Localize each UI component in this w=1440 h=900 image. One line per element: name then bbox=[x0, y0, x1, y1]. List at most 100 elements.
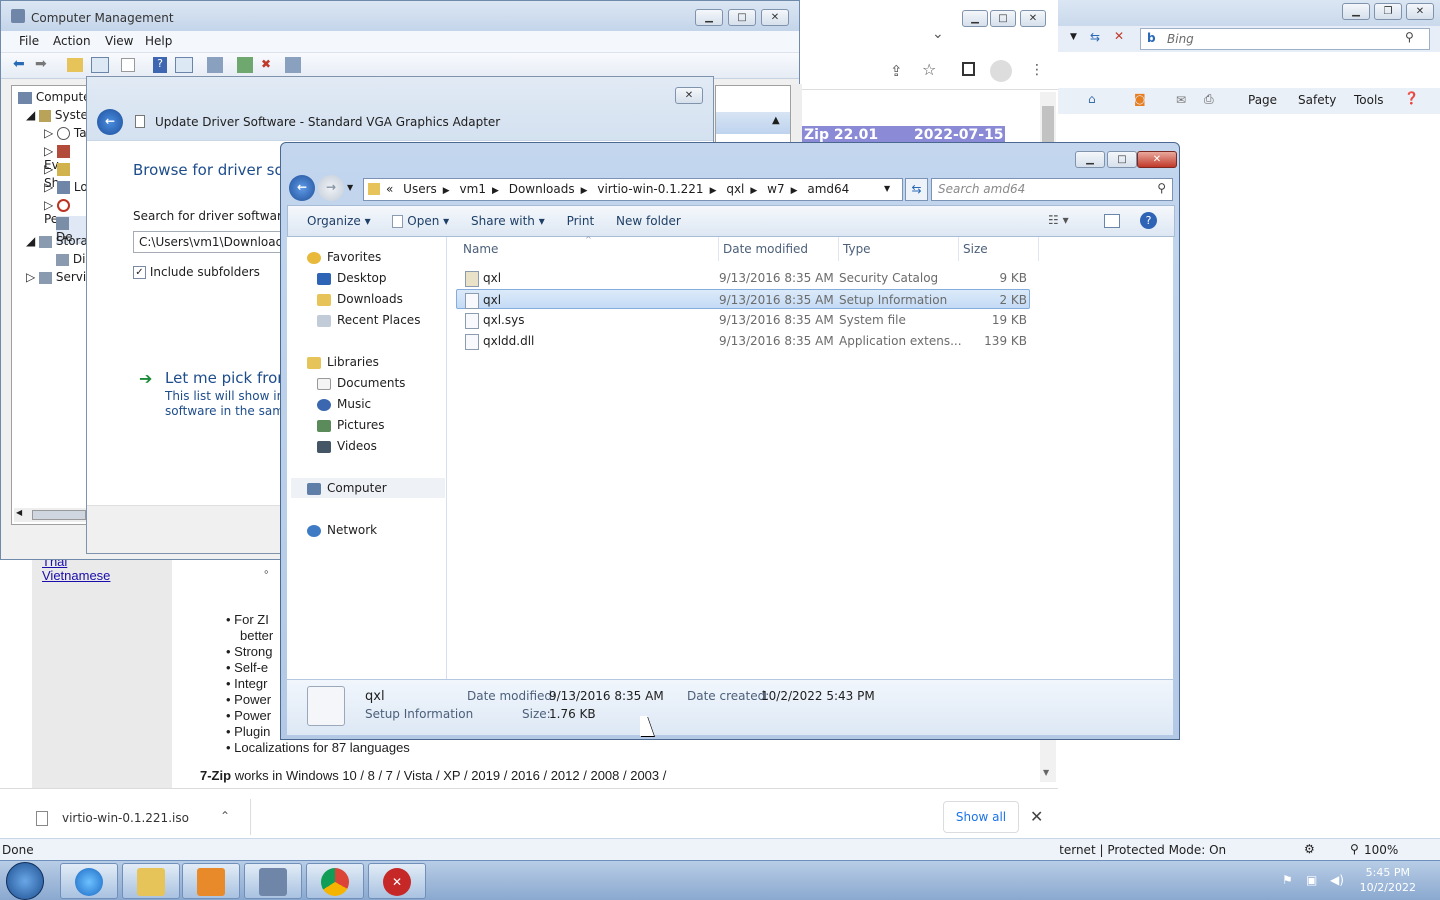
recent-pages-icon[interactable]: ▼ bbox=[347, 183, 353, 192]
download-filename[interactable]: virtio-win-0.1.221.iso bbox=[62, 811, 189, 825]
taskbar-computer-management[interactable] bbox=[244, 863, 302, 899]
breadcrumb-item[interactable]: w7 bbox=[767, 182, 784, 196]
breadcrumb-item[interactable]: virtio-win-0.1.221 bbox=[597, 182, 703, 196]
view-icon[interactable] bbox=[175, 57, 193, 73]
maximize-icon[interactable]: ❐ bbox=[1374, 3, 1402, 20]
taskbar-ie[interactable] bbox=[60, 863, 118, 899]
view-options-icon[interactable]: ☷ ▾ bbox=[1048, 213, 1069, 227]
taskbar-explorer[interactable] bbox=[122, 863, 180, 899]
menu-file[interactable]: File bbox=[19, 34, 39, 48]
tree-item[interactable]: ▷ Lo bbox=[44, 180, 88, 194]
side-panel-icon[interactable] bbox=[962, 62, 975, 76]
home-icon[interactable]: ⌂ bbox=[1088, 92, 1096, 106]
file-row[interactable]: qxl.sys 9/13/2016 8:35 AM System file 19… bbox=[457, 310, 1031, 330]
search-icon[interactable]: ⚲ bbox=[1405, 30, 1414, 44]
share-icon[interactable]: ⇪ bbox=[890, 62, 903, 80]
tree-item[interactable]: ▷ Ta bbox=[44, 126, 87, 140]
preview-pane-icon[interactable] bbox=[1104, 214, 1120, 228]
start-button-icon[interactable] bbox=[6, 862, 44, 900]
print-icon[interactable]: ⎙ bbox=[1204, 92, 1214, 107]
breadcrumb-overflow[interactable]: « bbox=[386, 182, 393, 196]
nav-music[interactable]: Music bbox=[317, 394, 371, 414]
uninstall-icon[interactable]: ✖ bbox=[261, 57, 271, 71]
page-menu[interactable]: Page bbox=[1248, 93, 1277, 107]
back-icon[interactable]: ← bbox=[97, 109, 123, 135]
back-icon[interactable]: ← bbox=[289, 175, 315, 201]
scrollbar-thumb[interactable] bbox=[1042, 106, 1054, 146]
minimize-icon[interactable]: ▁ bbox=[1075, 151, 1105, 168]
nav-videos[interactable]: Videos bbox=[317, 436, 377, 456]
column-date-modified[interactable]: Date modified bbox=[719, 237, 839, 261]
checkbox[interactable]: ✓ bbox=[133, 266, 146, 279]
breadcrumb-separator-icon[interactable]: ▶ bbox=[492, 186, 499, 196]
pick-from-list-link[interactable]: Let me pick from bbox=[165, 369, 292, 387]
feeds-icon[interactable]: ◙ bbox=[1134, 92, 1146, 106]
nav-recent-places[interactable]: Recent Places bbox=[317, 310, 420, 330]
forward-icon[interactable]: ➡ bbox=[35, 56, 47, 72]
menu-view[interactable]: View bbox=[105, 34, 133, 48]
menu-action[interactable]: Action bbox=[53, 34, 91, 48]
nav-libraries[interactable]: Libraries bbox=[307, 352, 379, 372]
stop-icon[interactable]: ✕ bbox=[1114, 29, 1124, 43]
maximize-icon[interactable]: □ bbox=[990, 10, 1016, 27]
chevron-up-icon[interactable]: ⌃ bbox=[220, 809, 230, 823]
star-icon[interactable]: ☆ bbox=[922, 60, 936, 79]
file-row-selected[interactable]: qxl 9/13/2016 8:35 AM Setup Information … bbox=[456, 289, 1030, 309]
help-icon[interactable]: ? bbox=[153, 57, 167, 73]
column-type[interactable]: Type bbox=[839, 237, 959, 261]
maximize-icon[interactable]: □ bbox=[1107, 151, 1137, 168]
action-center-flag-icon[interactable]: ⚑ bbox=[1282, 873, 1293, 887]
breadcrumb-separator-icon[interactable]: ▶ bbox=[791, 186, 798, 196]
actions-header[interactable]: ▲ bbox=[716, 112, 790, 134]
close-icon[interactable]: ✕ bbox=[1137, 151, 1177, 168]
breadcrumb-separator-icon[interactable]: ▶ bbox=[750, 186, 757, 196]
breadcrumb-item[interactable]: Downloads bbox=[509, 182, 575, 196]
nav-network[interactable]: Network bbox=[307, 520, 377, 540]
breadcrumb-item[interactable]: qxl bbox=[726, 182, 744, 196]
taskbar-media-player[interactable] bbox=[182, 863, 240, 899]
up-folder-icon[interactable] bbox=[67, 58, 83, 72]
back-icon[interactable]: ⬅ bbox=[13, 56, 25, 72]
breadcrumb-item[interactable]: Users bbox=[403, 182, 437, 196]
show-all-button[interactable]: Show all bbox=[943, 801, 1019, 833]
menu-help[interactable]: Help bbox=[145, 34, 172, 48]
clock[interactable]: 5:45 PM 10/2/2022 bbox=[1360, 865, 1416, 895]
chevron-down-icon[interactable]: ⌄ bbox=[932, 26, 944, 42]
tree-item[interactable]: Compute bbox=[18, 90, 91, 104]
zoom-level[interactable]: 100% bbox=[1364, 843, 1398, 857]
minimize-icon[interactable]: ▁ bbox=[962, 10, 988, 27]
dropdown-icon[interactable]: ▼ bbox=[1070, 32, 1077, 42]
zoom-icon[interactable]: ⚲ bbox=[1350, 842, 1359, 856]
link-vietnamese[interactable]: Vietnamese bbox=[42, 568, 110, 583]
tree-item[interactable]: ◢ Syste bbox=[26, 108, 88, 122]
minimize-icon[interactable]: ▁ bbox=[695, 9, 723, 26]
breadcrumb-item[interactable]: amd64 bbox=[807, 182, 849, 196]
taskbar-error-app[interactable]: ✕ bbox=[368, 863, 426, 899]
tree-item[interactable]: Di bbox=[56, 252, 85, 266]
close-icon[interactable]: ✕ bbox=[675, 87, 703, 104]
column-size[interactable]: Size bbox=[959, 237, 1039, 261]
minimize-icon[interactable]: ▁ bbox=[1342, 3, 1370, 20]
nav-favorites[interactable]: Favorites bbox=[307, 247, 381, 267]
volume-icon[interactable]: ◀) bbox=[1330, 873, 1344, 887]
nav-documents[interactable]: Documents bbox=[317, 373, 405, 393]
taskbar-chrome[interactable] bbox=[306, 863, 364, 899]
nav-pictures[interactable]: Pictures bbox=[317, 415, 385, 435]
breadcrumb-separator-icon[interactable]: ▶ bbox=[581, 186, 588, 196]
breadcrumb-separator-icon[interactable]: ▶ bbox=[710, 186, 717, 196]
nav-computer[interactable]: Computer bbox=[291, 478, 445, 498]
safety-menu[interactable]: Safety bbox=[1298, 93, 1336, 107]
maximize-icon[interactable]: □ bbox=[728, 9, 756, 26]
open-button[interactable]: Open ▾ bbox=[383, 206, 458, 236]
security-icon[interactable]: ⚙ bbox=[1304, 842, 1315, 856]
breadcrumb-item[interactable]: vm1 bbox=[460, 182, 486, 196]
address-bar[interactable]: « Users ▶ vm1 ▶ Downloads ▶ virtio-win-0.1.… bbox=[363, 178, 903, 201]
collapse-icon[interactable]: ▲ bbox=[772, 115, 780, 126]
properties-icon[interactable] bbox=[121, 58, 135, 72]
scrollbar-thumb[interactable] bbox=[32, 510, 86, 520]
disable-device-icon[interactable] bbox=[285, 57, 301, 73]
nav-desktop[interactable]: Desktop bbox=[317, 268, 387, 288]
tree-hscrollbar[interactable]: ◀ bbox=[14, 508, 88, 522]
menu-icon[interactable]: ⋮ bbox=[1030, 62, 1044, 78]
refresh-icon[interactable]: ⇆ bbox=[1090, 30, 1100, 44]
